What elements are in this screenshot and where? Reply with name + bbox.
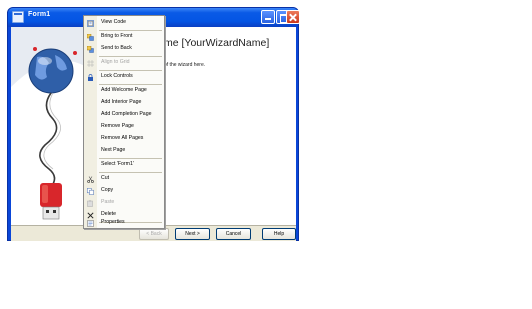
menu-item-properties[interactable]: Properties xyxy=(84,218,166,229)
menu-item-label: Delete xyxy=(101,211,116,217)
properties-icon xyxy=(87,220,94,227)
menu-item-bring-to-front[interactable]: Bring to Front xyxy=(84,32,166,43)
menu-item-view-code[interactable]: View Code xyxy=(84,18,166,29)
wizard-heading: me [YourWizardName] xyxy=(164,37,270,49)
bring-to-front-icon xyxy=(87,34,94,41)
menu-separator xyxy=(99,84,162,85)
close-icon[interactable] xyxy=(286,10,300,24)
align-to-grid-icon xyxy=(87,60,94,67)
menu-item-align-to-grid[interactable]: Align to Grid xyxy=(84,58,166,69)
menu-separator xyxy=(99,172,162,173)
paste-icon xyxy=(87,200,93,207)
menu-item-label: Bring to Front xyxy=(101,33,133,39)
menu-separator xyxy=(99,70,162,71)
menu-item-label: Lock Controls xyxy=(101,73,133,79)
menu-item-next-page[interactable]: Next Page xyxy=(84,146,166,157)
send-to-back-icon xyxy=(87,46,94,53)
menu-item-label: Remove All Pages xyxy=(101,135,144,141)
next-button[interactable]: Next > xyxy=(175,228,210,240)
menu-item-copy[interactable]: Copy xyxy=(84,186,166,197)
help-button[interactable]: Help xyxy=(262,228,296,240)
menu-item-label: Next Page xyxy=(101,147,126,153)
lock-icon xyxy=(88,74,93,81)
menu-item-add-welcome-page[interactable]: Add Welcome Page xyxy=(84,86,166,97)
form-icon xyxy=(12,11,24,23)
menu-item-label: Paste xyxy=(101,199,115,205)
minimize-icon[interactable] xyxy=(261,10,275,24)
back-button[interactable]: < Back xyxy=(139,228,169,240)
menu-separator xyxy=(99,30,162,31)
menu-item-label: Copy xyxy=(101,187,114,193)
window-title: Form1 xyxy=(28,11,51,18)
menu-item-select-form1[interactable]: Select 'Form1' xyxy=(84,160,166,171)
scissors-icon xyxy=(87,176,94,183)
menu-item-label: Cut xyxy=(101,175,110,181)
menu-item-label: Add Welcome Page xyxy=(101,87,147,93)
menu-item-label: Add Completion Page xyxy=(101,111,152,117)
menu-item-label: Properties xyxy=(101,219,125,225)
menu-separator xyxy=(99,56,162,57)
menu-item-send-to-back[interactable]: Send to Back xyxy=(84,44,166,55)
menu-item-label: Send to Back xyxy=(101,45,132,51)
context-menu: View Code Bring to Front Send to Back Al… xyxy=(83,15,165,229)
menu-item-remove-all-pages[interactable]: Remove All Pages xyxy=(84,134,166,145)
menu-separator xyxy=(99,158,162,159)
menu-item-cut[interactable]: Cut xyxy=(84,174,166,185)
menu-item-label: Select 'Form1' xyxy=(101,161,134,167)
wizard-side-image xyxy=(11,27,87,227)
menu-item-add-interior-page[interactable]: Add Interior Page xyxy=(84,98,166,109)
copy-icon xyxy=(87,188,94,195)
view-code-icon xyxy=(87,20,94,27)
cancel-button[interactable]: Cancel xyxy=(216,228,251,240)
menu-item-label: View Code xyxy=(101,19,126,25)
menu-item-remove-page[interactable]: Remove Page xyxy=(84,122,166,133)
menu-item-lock-controls[interactable]: Lock Controls xyxy=(84,72,166,83)
menu-item-label: Add Interior Page xyxy=(101,99,142,105)
wizard-intro-text: of the wizard here. xyxy=(164,62,206,68)
menu-item-add-completion-page[interactable]: Add Completion Page xyxy=(84,110,166,121)
menu-item-paste[interactable]: Paste xyxy=(84,198,166,209)
menu-item-label: Align to Grid xyxy=(101,59,130,65)
menu-item-label: Remove Page xyxy=(101,123,134,129)
